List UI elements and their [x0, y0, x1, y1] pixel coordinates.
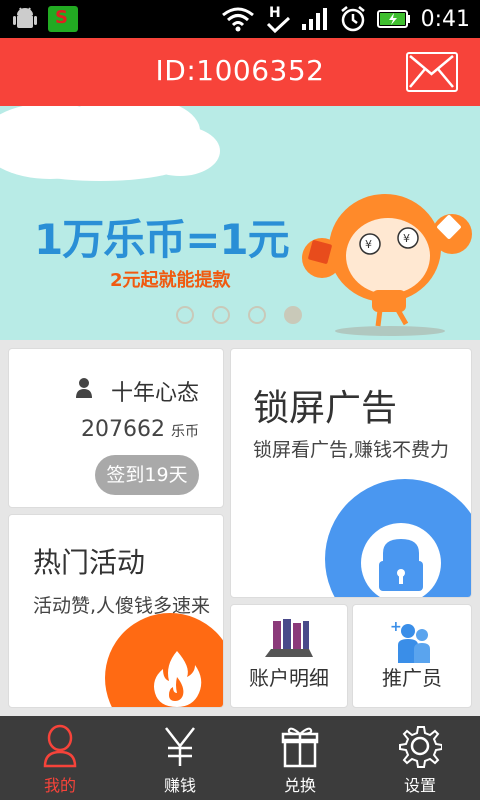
- gift-icon: [281, 727, 319, 768]
- status-indicators: H 0:41: [221, 4, 470, 34]
- pager-dot[interactable]: [248, 306, 266, 324]
- android-debug-icon: [13, 7, 37, 28]
- banner-headline: 1万乐币=1元: [34, 215, 290, 264]
- hot-events-card[interactable]: 热门活动 活动赞,人傻钱多速来: [8, 514, 224, 708]
- mail-icon: [409, 55, 454, 88]
- messages-button[interactable]: [406, 52, 458, 92]
- account-details-label: 账户明细: [249, 666, 329, 690]
- network-label: H: [269, 5, 281, 21]
- clock-time: 0:41: [420, 6, 470, 32]
- banner-pager: [176, 306, 302, 324]
- signal-icon: [301, 8, 327, 30]
- network-type-icon: H: [266, 5, 290, 34]
- fire-circle: [105, 613, 223, 707]
- coin-balance: 207662 乐币: [81, 417, 199, 442]
- promoter-label: 推广员: [382, 666, 442, 690]
- user-name: 十年心态: [110, 381, 199, 406]
- lockscreen-ad-subtitle: 锁屏看广告,赚钱不费力: [253, 439, 450, 461]
- user-info-card: 十年心态 207662 乐币 签到19天: [8, 348, 224, 508]
- status-bar: H 0:41: [0, 0, 480, 38]
- monkey-mascot-icon: ¥ ¥: [302, 194, 472, 336]
- lock-circle: [325, 479, 471, 597]
- checkin-button[interactable]: 签到19天: [95, 455, 199, 495]
- gear-icon: [399, 726, 442, 768]
- lockscreen-ad-title: 锁屏广告: [253, 388, 398, 429]
- pager-dot[interactable]: [212, 306, 230, 324]
- yen-icon: [165, 727, 195, 766]
- nav-tab-settings[interactable]: 设置: [360, 716, 480, 800]
- nav-label: 赚钱: [163, 776, 196, 795]
- promoter-card[interactable]: + 推广员: [352, 604, 472, 708]
- nav-label: 我的: [43, 776, 76, 795]
- promo-banner[interactable]: 1万乐币=1元 2元起就能提款 ¥ ¥: [0, 106, 480, 340]
- pager-dot[interactable]: [176, 306, 194, 324]
- account-details-card[interactable]: 账户明细: [230, 604, 348, 708]
- banner-subline: 2元起就能提款: [110, 270, 231, 291]
- alarm-icon: [340, 6, 365, 32]
- coin-amount: 207662: [81, 417, 165, 442]
- coin-unit: 乐币: [171, 424, 199, 440]
- promoter-icon: +: [353, 619, 471, 665]
- nav-tab-exchange[interactable]: 兑换: [240, 716, 360, 800]
- app-notification-icon: [48, 6, 78, 32]
- svg-text:¥: ¥: [365, 238, 372, 251]
- svg-text:+: +: [390, 619, 402, 635]
- lockscreen-ad-card[interactable]: 锁屏广告 锁屏看广告,赚钱不费力: [230, 348, 472, 598]
- nav-label: 兑换: [283, 776, 316, 795]
- svg-text:¥: ¥: [403, 232, 410, 245]
- status-notifications: [12, 6, 78, 32]
- nav-label: 设置: [403, 776, 436, 795]
- fire-icon: [154, 651, 202, 707]
- hot-events-title: 热门活动: [33, 546, 146, 579]
- ledger-icon: [231, 619, 347, 659]
- app-header: ID:1006352: [0, 38, 480, 106]
- battery-icon: [376, 10, 410, 28]
- person-icon: [43, 724, 77, 768]
- bottom-navigation: 我的 赚钱 兑换 设置: [0, 716, 480, 800]
- nav-tab-mine[interactable]: 我的: [0, 716, 120, 800]
- lock-icon: [361, 523, 441, 597]
- cloud-decoration: [0, 106, 220, 181]
- pager-dot-active[interactable]: [284, 306, 302, 324]
- wifi-icon: [221, 7, 254, 32]
- nav-tab-earn[interactable]: 赚钱: [120, 716, 240, 800]
- user-icon: [76, 378, 92, 398]
